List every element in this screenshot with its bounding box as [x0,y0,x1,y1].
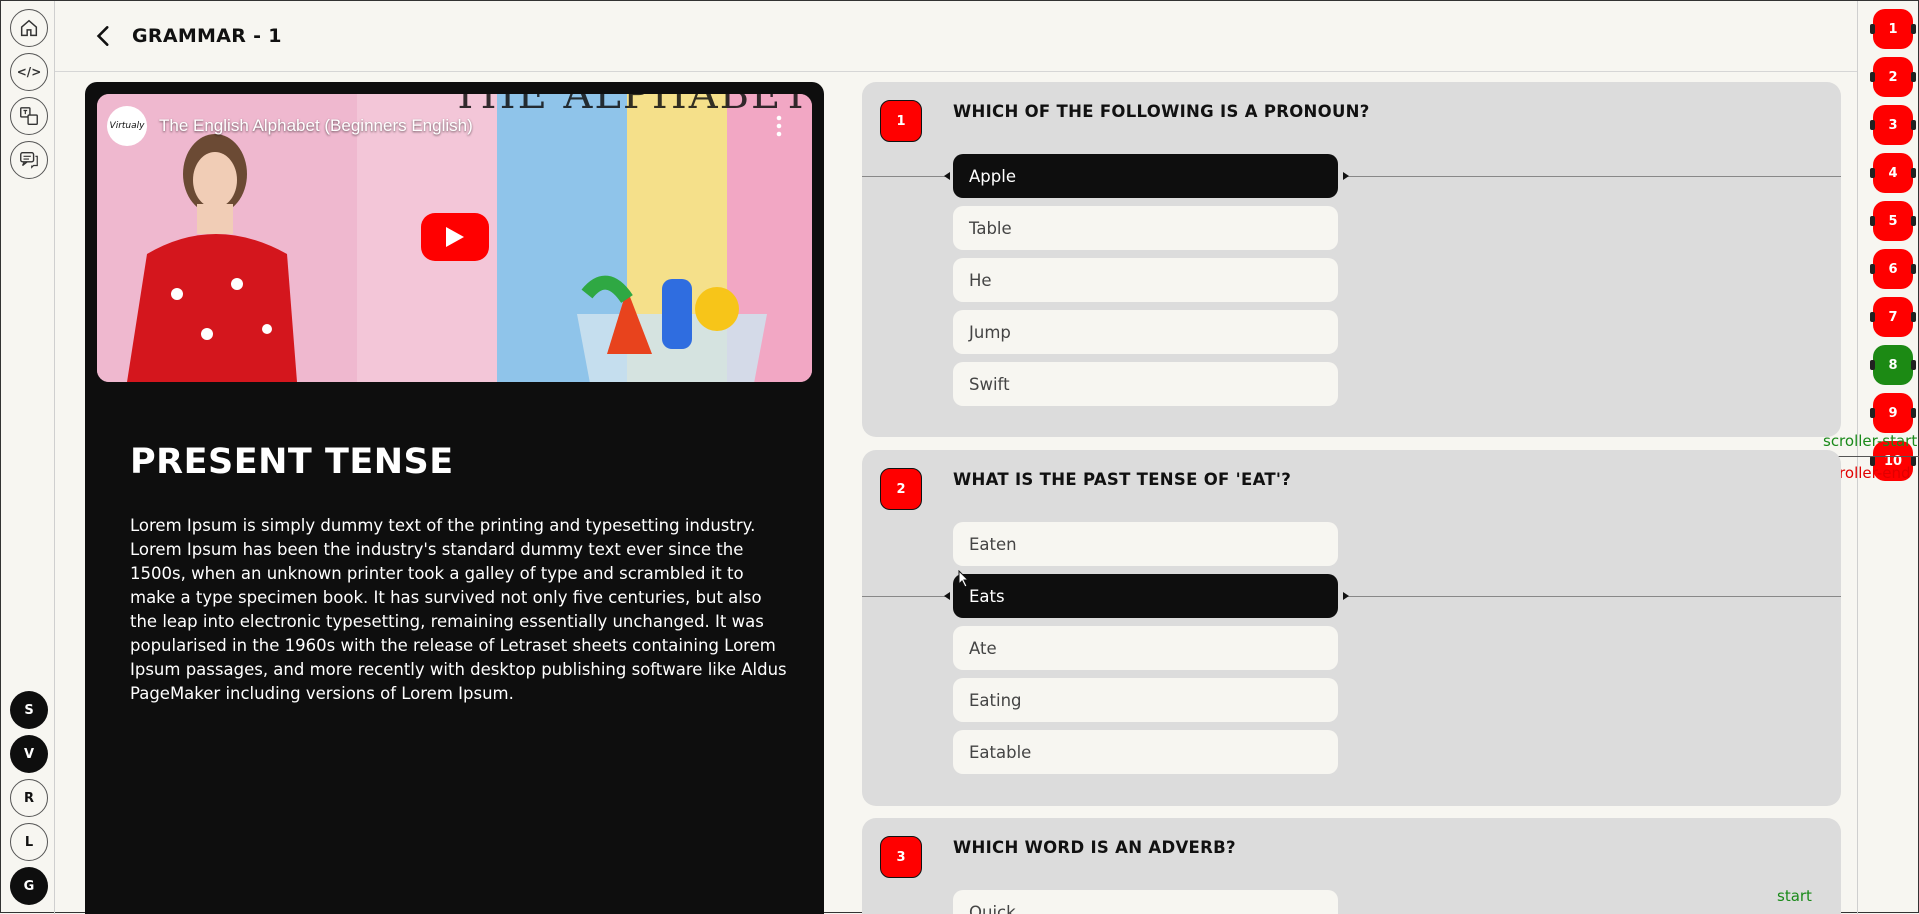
video-player[interactable]: THE ALPHABET Virtualy The English Alphab… [97,94,812,382]
scroller-start-label: scroller-start [1823,432,1918,450]
chat-icon[interactable] [10,141,48,179]
answer-option-swift[interactable]: Swift [953,362,1338,406]
question-number-badge: 1 [880,100,922,142]
lesson-body: Lorem Ipsum is simply dummy text of the … [130,516,787,703]
answer-option-ate[interactable]: Ate [953,626,1338,670]
answer-option-jump[interactable]: Jump [953,310,1338,354]
lesson-title: PRESENT TENSE [130,442,454,482]
left-sidebar: </> SVRLG [1,1,55,914]
mode-button-g[interactable]: G [10,867,48,905]
question-nav-7[interactable]: 7 [1870,297,1916,337]
mode-button-r[interactable]: R [10,779,48,817]
question-number-badge: 3 [880,836,922,878]
mode-button-s[interactable]: S [10,691,48,729]
selection-line [1344,596,1841,597]
home-icon[interactable] [10,9,48,47]
answer-option-table[interactable]: Table [953,206,1338,250]
question-nav-4[interactable]: 4 [1870,153,1916,193]
question-card: 2 WHAT IS THE PAST TENSE OF 'EAT'? Eaten… [862,450,1841,806]
page-title: GRAMMAR - 1 [132,25,282,47]
question-text: WHICH WORD IS AN ADVERB? [953,838,1236,857]
lesson-panel: THE ALPHABET Virtualy The English Alphab… [85,82,824,914]
code-icon[interactable]: </> [10,53,48,91]
selection-arrow-right [1343,172,1349,180]
question-card: 3 WHICH WORD IS AN ADVERB? Quick [862,818,1841,914]
video-title[interactable]: The English Alphabet (Beginners English) [159,116,473,136]
mode-button-v[interactable]: V [10,735,48,773]
play-icon [446,227,464,247]
question-nav-8[interactable]: 8 [1870,345,1916,385]
question-nav-5[interactable]: 5 [1870,201,1916,241]
presenter-image [127,134,297,382]
top-header: GRAMMAR - 1 [55,1,1857,72]
back-arrow-icon[interactable] [91,23,117,49]
start-label: start [1777,887,1812,905]
selection-arrow-left [944,592,950,600]
translate-icon[interactable] [10,97,48,135]
answer-option-eatable[interactable]: Eatable [953,730,1338,774]
letters-cup-image [577,275,767,382]
question-nav-2[interactable]: 2 [1870,57,1916,97]
mouse-cursor-icon [958,570,970,588]
question-nav-3[interactable]: 3 [1870,105,1916,145]
question-text: WHAT IS THE PAST TENSE OF 'EAT'? [953,470,1292,489]
question-text: WHICH OF THE FOLLOWING IS A PRONOUN? [953,102,1370,121]
answer-option-eats[interactable]: Eats [953,574,1338,618]
more-options-icon[interactable] [776,114,782,138]
answer-option-he[interactable]: He [953,258,1338,302]
channel-logo[interactable]: Virtualy [107,106,147,146]
question-nav-6[interactable]: 6 [1870,249,1916,289]
question-navigator: 1 2 3 4 5 6 7 8 9 10 [1857,1,1919,914]
answer-option-eaten[interactable]: Eaten [953,522,1338,566]
selection-arrow-left [944,172,950,180]
question-number-badge: 2 [880,468,922,510]
selection-line [862,596,947,597]
selection-line [862,176,947,177]
question-card: 1 WHICH OF THE FOLLOWING IS A PRONOUN? A… [862,82,1841,437]
answer-option-eating[interactable]: Eating [953,678,1338,722]
play-button[interactable] [421,213,489,261]
answer-option-apple[interactable]: Apple [953,154,1338,198]
video-banner-text: THE ALPHABET [452,94,811,118]
mode-button-l[interactable]: L [10,823,48,861]
selection-arrow-right [1343,592,1349,600]
question-nav-1[interactable]: 1 [1870,9,1916,49]
answer-option-quick[interactable]: Quick [953,890,1338,914]
question-nav-9[interactable]: 9 [1870,393,1916,433]
selection-line [1344,176,1841,177]
